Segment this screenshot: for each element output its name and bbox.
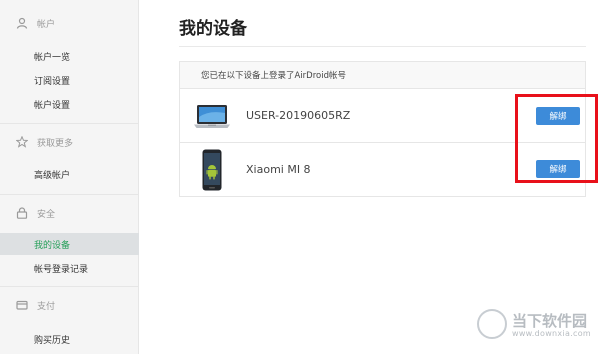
sidebar-item-my-devices[interactable]: 我的设备: [0, 233, 139, 255]
sidebar-item-account-overview[interactable]: 帐户一览: [0, 45, 139, 67]
watermark: 当下软件园 www.downxia.com: [477, 307, 597, 347]
watermark-logo-icon: [477, 309, 507, 339]
sidebar-item-subscription[interactable]: 订阅设置: [0, 69, 139, 91]
section-label: 支付: [37, 301, 56, 312]
device-name: USER-20190605RZ: [246, 109, 351, 122]
sidebar: 帐户 帐户一览 订阅设置 帐户设置 获取更多 高级帐户 安全 我的设备 帐号登录…: [0, 0, 139, 354]
highlight-box: [515, 94, 598, 183]
card-icon: [16, 299, 28, 311]
device-name: Xiaomi MI 8: [246, 163, 311, 176]
watermark-url: www.downxia.com: [512, 329, 592, 338]
card-header: 您已在以下设备上登录了AirDroid帐号: [180, 62, 585, 89]
section-header-get-more: 获取更多: [0, 131, 139, 153]
star-icon: [16, 136, 28, 148]
divider: [0, 194, 139, 195]
section-header-account: 帐户: [0, 12, 139, 34]
section-label: 安全: [37, 209, 56, 220]
section-header-security: 安全: [0, 202, 139, 224]
phone-icon: [202, 149, 222, 195]
watermark-title: 当下软件园: [512, 312, 588, 330]
section-label: 获取更多: [37, 138, 74, 149]
page-title: 我的设备: [179, 19, 247, 39]
sidebar-item-login-history[interactable]: 帐号登录记录: [0, 257, 139, 279]
lock-icon: [16, 207, 28, 219]
user-icon: [16, 17, 28, 29]
sidebar-item-account-settings[interactable]: 帐户设置: [0, 93, 139, 115]
section-label: 帐户: [37, 19, 56, 30]
divider: [179, 46, 586, 47]
divider: [0, 123, 139, 124]
sidebar-item-purchase-history[interactable]: 购买历史: [0, 328, 139, 350]
sidebar-item-premium[interactable]: 高级帐户: [0, 163, 139, 185]
laptop-icon: [193, 104, 231, 134]
section-header-payment: 支付: [0, 294, 139, 316]
divider: [0, 286, 139, 287]
